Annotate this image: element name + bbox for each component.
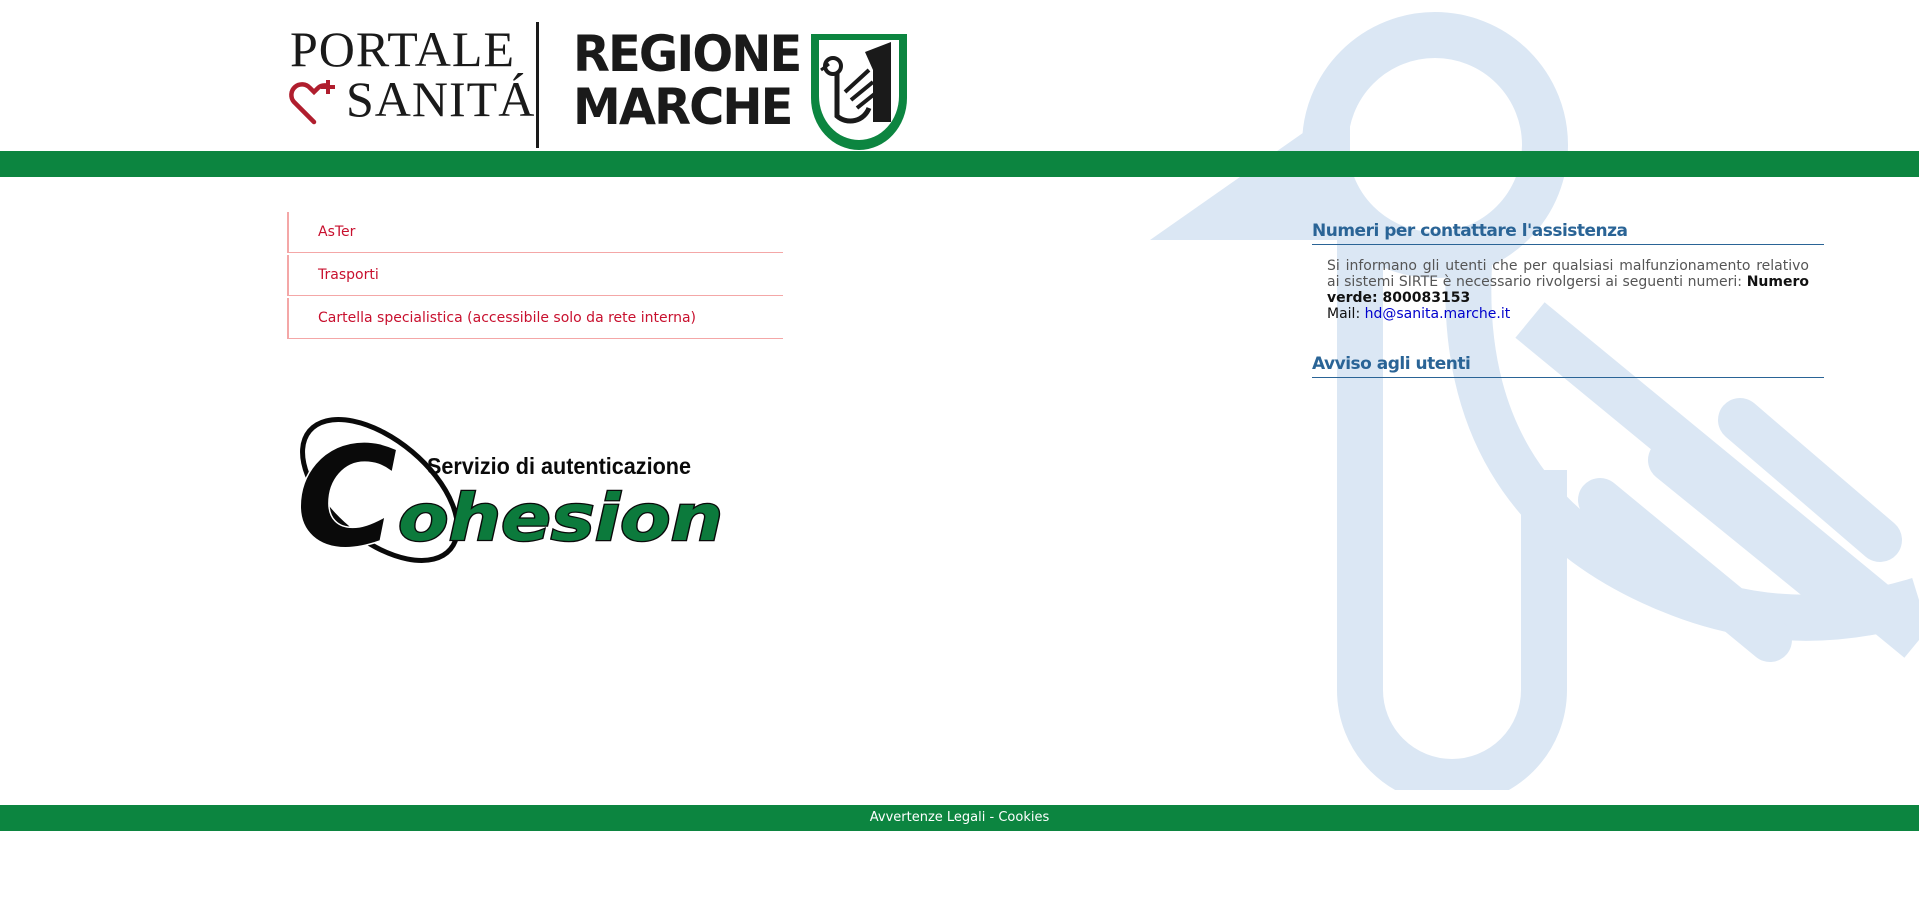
cohesion-logo-subtitle: Servizio di autenticazione	[427, 453, 691, 479]
assistance-heading: Numeri per contattare l'assistenza	[1312, 221, 1824, 245]
cohesion-logo-initial: C	[296, 417, 397, 578]
notice-heading: Avviso agli utenti	[1312, 354, 1824, 378]
assistance-mail: Mail: hd@sanita.marche.it	[1327, 306, 1809, 322]
menu-item-cartella-specialistica[interactable]: Cartella specialistica (accessibile solo…	[287, 298, 783, 339]
portale-logo-line1: PORTALE	[290, 21, 515, 77]
portale-logo-line2: SANITÁ	[346, 71, 536, 127]
heart-cross-icon	[289, 80, 335, 125]
site-header: PORTALE SANITÁ REGIONE MARCHE	[0, 0, 1919, 151]
regione-marche-shield-icon	[811, 34, 907, 150]
menu-item-aster[interactable]: AsTer	[287, 212, 783, 253]
footer-cookies-link[interactable]: Cookies	[998, 810, 1049, 825]
regione-logo-line2: MARCHE	[573, 78, 793, 136]
mail-link[interactable]: hd@sanita.marche.it	[1365, 306, 1511, 322]
mail-label: Mail:	[1327, 306, 1361, 322]
regione-marche-wordmark[interactable]: REGIONE MARCHE	[573, 25, 802, 136]
info-panel: Numeri per contattare l'assistenza Si in…	[1312, 221, 1824, 378]
footer-legal-link[interactable]: Avvertenze Legali	[870, 810, 986, 825]
assistance-text: Si informano gli utenti che per qualsias…	[1327, 258, 1809, 306]
brand-logos: PORTALE SANITÁ REGIONE MARCHE	[288, 20, 911, 150]
header-green-bar	[0, 151, 1919, 177]
footer-separator: -	[985, 810, 999, 825]
footer-bar: Avvertenze Legali - Cookies	[0, 805, 1919, 831]
regione-logo-line1: REGIONE	[573, 25, 802, 83]
service-menu: AsTer Trasporti Cartella specialistica (…	[287, 212, 783, 341]
portale-sanita-logo[interactable]: PORTALE SANITÁ	[288, 20, 534, 128]
cohesion-logo-name: ohesion	[398, 482, 723, 556]
cohesion-logo[interactable]: C Servizio di autenticazione ohesion	[290, 410, 740, 585]
menu-item-trasporti[interactable]: Trasporti	[287, 255, 783, 296]
logo-divider	[536, 22, 539, 148]
assistance-description: Si informano gli utenti che per qualsias…	[1327, 258, 1809, 290]
